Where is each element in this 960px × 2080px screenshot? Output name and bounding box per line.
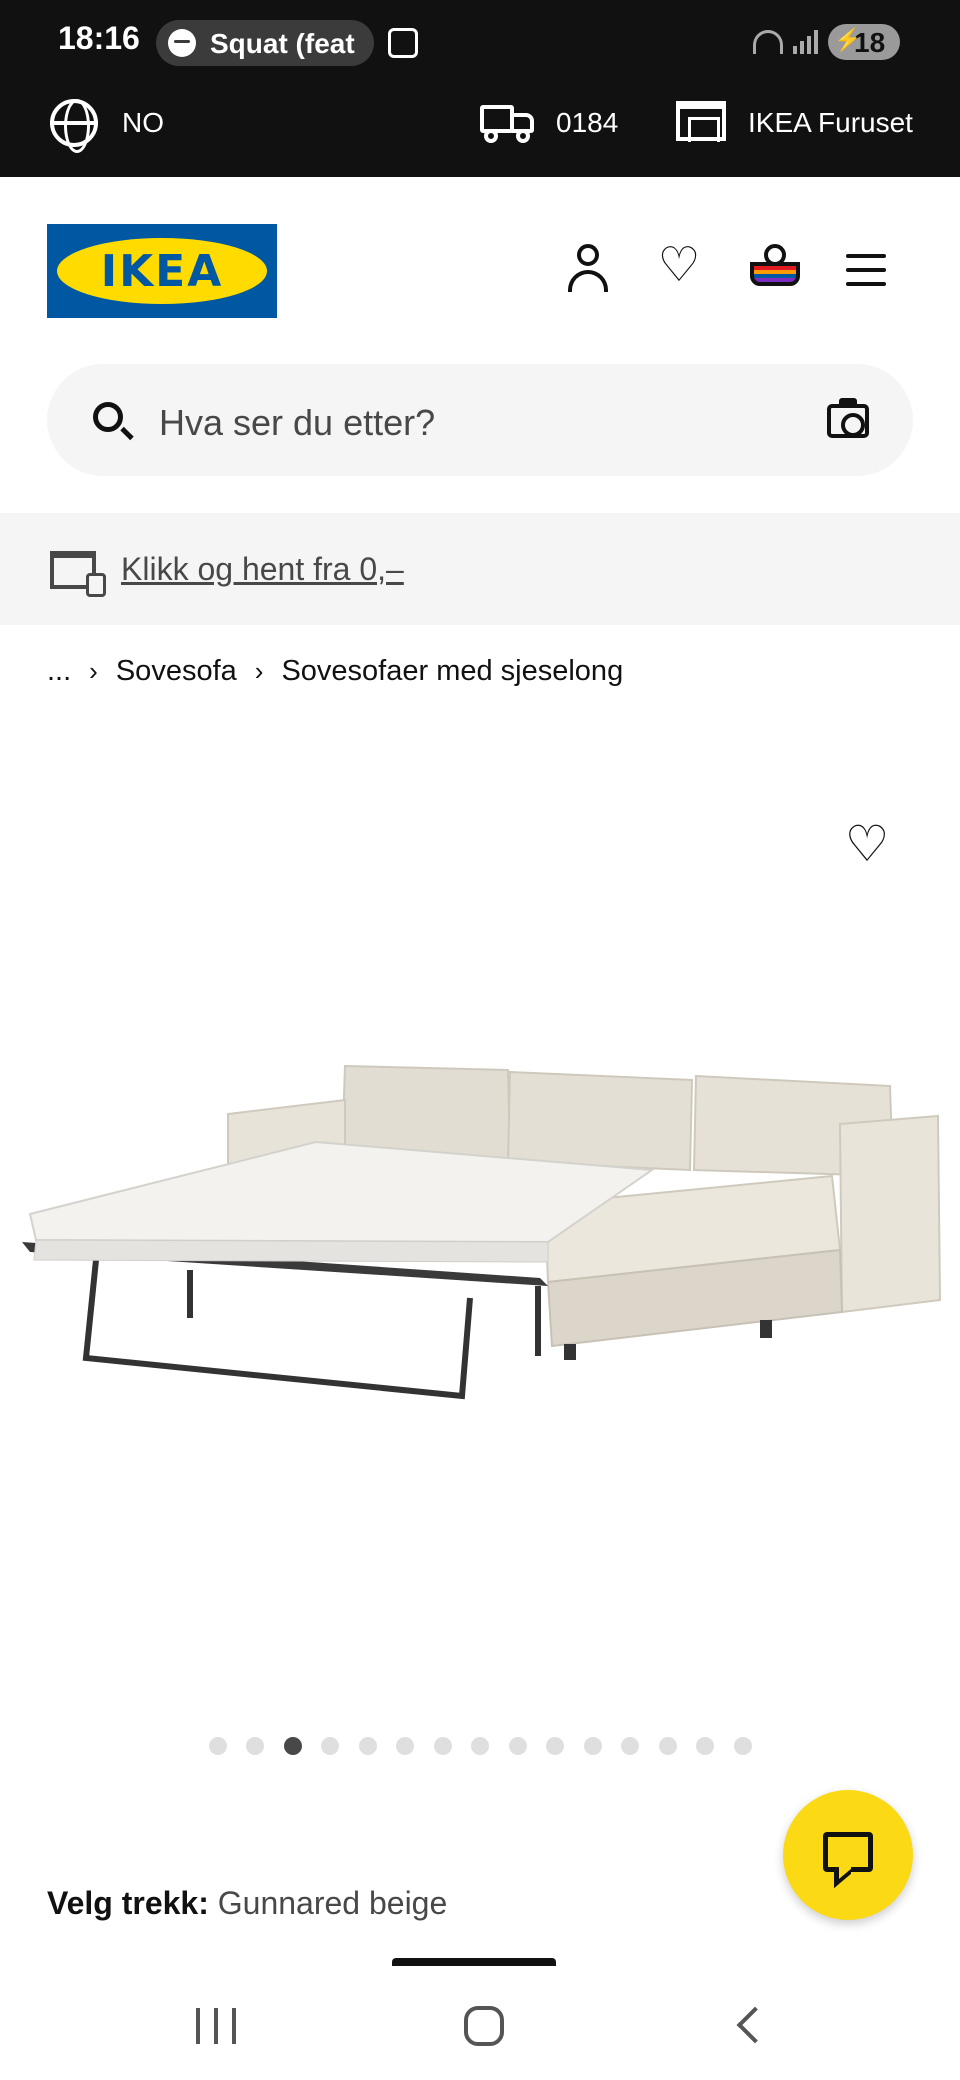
breadcrumb-item-sovesofaer-med-sjeselong[interactable]: Sovesofaer med sjeselong [281,655,623,688]
ikea-logo[interactable]: IKEA [47,224,277,318]
carousel-dot[interactable] [471,1737,489,1755]
now-playing-pill[interactable]: Squat (feat [156,20,374,66]
carousel-dot[interactable] [621,1737,639,1755]
cover-label: Velg trekk: [47,1885,209,1921]
carousel-dot[interactable] [208,1737,227,1755]
carousel-dot[interactable] [283,1737,302,1755]
home-icon[interactable] [464,2006,504,2046]
store-icon[interactable] [676,101,726,142]
spotify-icon [168,29,196,57]
system-status-bar: 18:16 Squat (feat 18 [0,0,960,67]
store-pickup-icon [50,551,106,597]
battery-indicator: 18 [828,24,900,60]
search-bar[interactable]: Hva ser du etter? [47,364,913,476]
carousel-dot[interactable] [658,1737,677,1755]
carousel-dot[interactable] [733,1737,752,1755]
top-utility-bar: NO 0184 IKEA Furuset [0,67,960,177]
chat-icon [823,1832,873,1872]
logo-text: IKEA [100,246,224,297]
carousel-dot[interactable] [246,1737,264,1755]
carousel-dot[interactable] [696,1737,714,1755]
recent-apps-icon[interactable] [196,2008,236,2044]
status-time: 18:16 [58,20,140,56]
cover-value: Gunnared beige [217,1885,448,1921]
now-playing-text: Squat (feat [210,28,355,59]
breadcrumb-ellipsis[interactable]: ... [47,655,71,688]
delivery-postal-code[interactable]: 0184 [556,107,618,139]
truck-icon[interactable] [480,101,538,143]
breadcrumb: ... › Sovesofa › Sovesofaer med sjeselon… [47,655,623,688]
add-to-favourites-heart-icon[interactable]: ♡ [842,819,892,870]
click-and-collect-banner: Klikk og hent fra 0,– [0,513,960,625]
carousel-dot[interactable] [396,1737,414,1755]
image-carousel-indicator[interactable] [0,1737,960,1755]
person-icon[interactable] [566,244,610,292]
cover-swatch-tab[interactable] [392,1958,556,1966]
heart-icon[interactable]: ♡ [656,242,702,290]
selected-store[interactable]: IKEA Furuset [748,107,913,139]
carousel-dot[interactable] [358,1737,377,1755]
status-indicators: 18 [753,24,900,60]
chevron-right-icon: › [254,656,264,686]
chat-button[interactable] [783,1790,913,1920]
system-navigation-bar [0,1978,960,2080]
language-selector[interactable]: NO [122,107,164,139]
search-icon [93,402,123,432]
carousel-dot[interactable] [546,1737,564,1755]
breadcrumb-item-sovesofa[interactable]: Sovesofa [116,655,237,688]
hamburger-menu-icon[interactable] [846,254,886,288]
carousel-dot[interactable] [583,1737,602,1755]
carousel-dot[interactable] [433,1737,452,1755]
screen-capture-icon [388,28,418,58]
cover-selector: Velg trekk: Gunnared beige [47,1885,447,1922]
back-icon[interactable] [736,2006,774,2044]
carousel-dot[interactable] [321,1737,339,1755]
basket-icon[interactable] [750,244,800,290]
globe-icon[interactable] [50,99,98,153]
signal-icon [793,30,818,54]
product-image-sofa-bed[interactable] [0,730,960,1690]
search-input[interactable]: Hva ser du etter? [159,402,435,444]
carousel-dot[interactable] [508,1737,527,1755]
wifi-icon [753,30,783,54]
chevron-right-icon: › [89,656,98,686]
camera-icon[interactable] [827,398,869,438]
click-and-collect-link[interactable]: Klikk og hent fra 0,– [121,551,404,588]
